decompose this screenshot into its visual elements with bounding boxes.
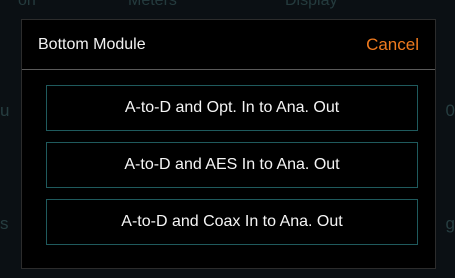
- bottom-module-dialog: Bottom Module Cancel A-to-D and Opt. In …: [21, 19, 436, 269]
- dialog-header: Bottom Module Cancel: [22, 20, 435, 70]
- background-left-text-top: u: [0, 101, 10, 120]
- background-tab-meters: Meters: [128, 0, 177, 9]
- dialog-title: Bottom Module: [38, 36, 146, 53]
- bottom-module-option-list: A-to-D and Opt. In to Ana. Out A-to-D an…: [46, 85, 418, 245]
- background-tab-display: Display: [285, 0, 338, 9]
- background-tab-1: on: [18, 0, 36, 9]
- option-opt-in-to-ana-out[interactable]: A-to-D and Opt. In to Ana. Out: [46, 85, 418, 131]
- background-right-text-bottom: g: [445, 214, 455, 233]
- option-aes-in-to-ana-out[interactable]: A-to-D and AES In to Ana. Out: [46, 142, 418, 188]
- cancel-button[interactable]: Cancel: [366, 35, 419, 55]
- option-coax-in-to-ana-out[interactable]: A-to-D and Coax In to Ana. Out: [46, 199, 418, 245]
- background-left-text-bottom: s: [0, 214, 9, 233]
- background-right-text-top: 0: [445, 101, 455, 120]
